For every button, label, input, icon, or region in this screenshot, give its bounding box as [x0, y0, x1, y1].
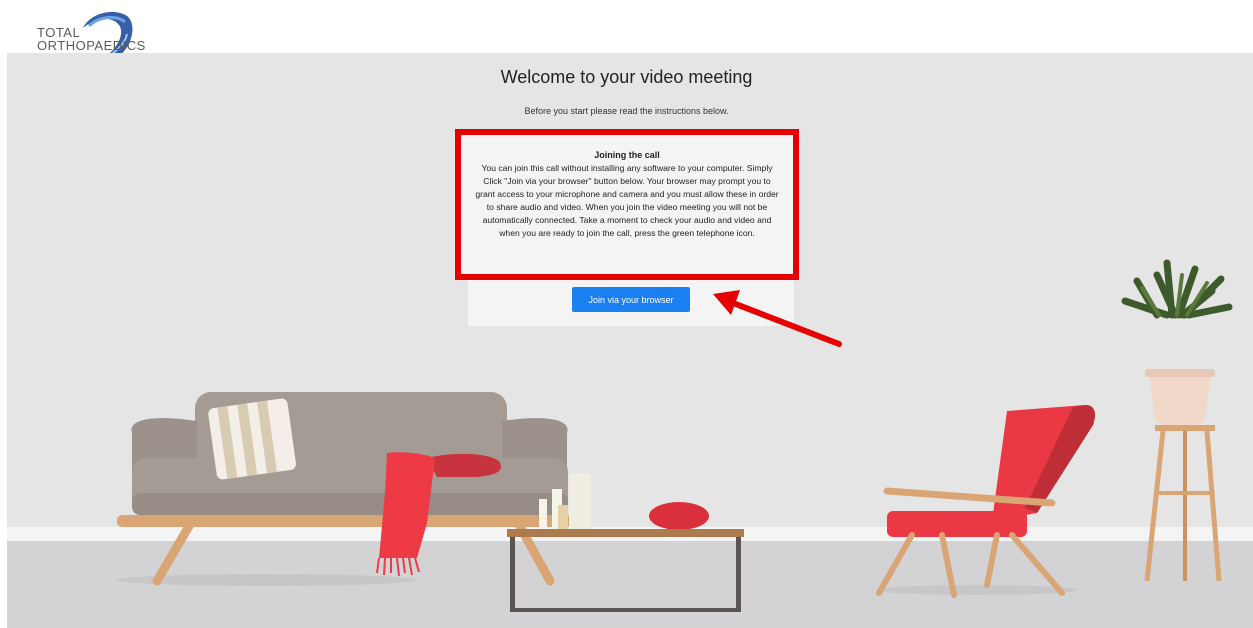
page-title: Welcome to your video meeting [500, 67, 753, 87]
arrow-pointer-icon [713, 290, 842, 347]
instructions-body: You can join this call without installin… [475, 163, 779, 238]
page-subtitle: Before you start please read the instruc… [524, 106, 729, 116]
logo-text-line2: ORTHOPAEDICS [37, 38, 146, 53]
sofa-illustration [117, 392, 572, 586]
instructions-box: Joining the call You can join this call … [455, 129, 799, 280]
join-via-browser-button[interactable]: Join via your browser [572, 287, 690, 312]
header-bar [0, 0, 1253, 53]
plant-stand-illustration [1121, 259, 1233, 582]
armchair-illustration [876, 405, 1095, 598]
instructions-title: Joining the call [594, 150, 660, 160]
